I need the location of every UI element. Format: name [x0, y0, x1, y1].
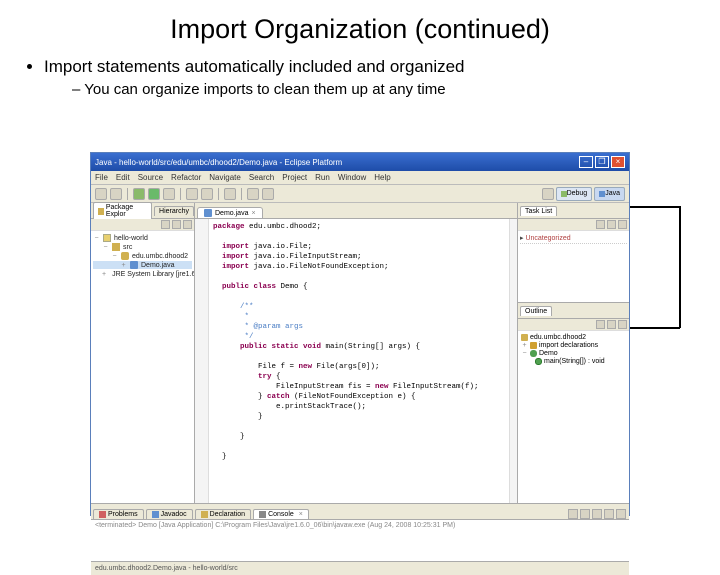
statusbar: edu.umbc.dhood2.Demo.java - hello-world/…: [91, 561, 629, 575]
link-editor-icon[interactable]: [172, 220, 181, 229]
close-tab-icon[interactable]: ×: [251, 210, 255, 217]
debug-icon[interactable]: [133, 188, 145, 200]
window-titlebar[interactable]: Java - hello-world/src/edu/umbc/dhood2/D…: [91, 153, 629, 171]
problems-icon: [99, 511, 106, 518]
tab-problems[interactable]: Problems: [93, 509, 144, 519]
run-icon[interactable]: [148, 188, 160, 200]
tasklist-view: Task List ▸ Uncategorized: [518, 203, 629, 303]
outline-class[interactable]: −Demo: [521, 350, 626, 357]
close-button[interactable]: ×: [611, 156, 625, 168]
close-tab-icon[interactable]: ×: [299, 511, 303, 518]
outline-filter-icon[interactable]: [607, 320, 616, 329]
class-icon: [530, 350, 537, 357]
console-pin-icon[interactable]: [592, 509, 602, 519]
menu-search[interactable]: Search: [249, 173, 274, 182]
tab-tasklist[interactable]: Task List: [520, 206, 557, 216]
outline-sort-icon[interactable]: [596, 320, 605, 329]
editor-area: Demo.java × package package edu.umbc.dho…: [195, 203, 517, 503]
menu-navigate[interactable]: Navigate: [209, 173, 241, 182]
package-icon: [521, 334, 528, 341]
outline-menu-icon[interactable]: [618, 320, 627, 329]
tab-console[interactable]: Console×: [253, 509, 309, 519]
method-icon: [535, 358, 542, 365]
console-clear-icon[interactable]: [568, 509, 578, 519]
new-package-icon[interactable]: [186, 188, 198, 200]
menu-edit[interactable]: Edit: [116, 173, 130, 182]
view-menu-icon[interactable]: [183, 220, 192, 229]
slide-title: Import Organization (continued): [0, 0, 720, 49]
ext-tools-icon[interactable]: [163, 188, 175, 200]
outline-package[interactable]: edu.umbc.dhood2: [521, 334, 626, 341]
outline-view: Outline edu.umbc.dhood2 +import declarat…: [518, 303, 629, 503]
tree-src[interactable]: −src: [93, 243, 192, 251]
declaration-icon: [201, 511, 208, 518]
menu-source[interactable]: Source: [138, 173, 163, 182]
task-menu-icon[interactable]: [607, 220, 616, 229]
console-output[interactable]: <terminated> Demo [Java Application] C:\…: [91, 520, 629, 561]
menu-run[interactable]: Run: [315, 173, 330, 182]
status-left: edu.umbc.dhood2.Demo.java - hello-world/…: [95, 565, 238, 572]
console-icon: [259, 511, 266, 518]
editor-tab-demo[interactable]: Demo.java ×: [197, 207, 263, 218]
perspective-java[interactable]: Java: [594, 187, 625, 201]
src-folder-icon: [112, 243, 120, 251]
task-new-icon[interactable]: [596, 220, 605, 229]
package-explorer-view: Package Explor Hierarchy −hello-world −s…: [91, 203, 195, 503]
imports-icon: [530, 342, 537, 349]
menu-refactor[interactable]: Refactor: [171, 173, 201, 182]
tab-hierarchy[interactable]: Hierarchy: [154, 206, 194, 216]
back-icon[interactable]: [247, 188, 259, 200]
editor-code[interactable]: package package edu.umbc.dhood2;edu.umbc…: [209, 219, 509, 503]
console-menu-icon[interactable]: [616, 509, 626, 519]
package-icon: [121, 252, 129, 260]
tree-jre[interactable]: +JRE System Library [jre1.6.0.0]: [93, 270, 192, 278]
window-title: Java - hello-world/src/edu/umbc/dhood2/D…: [95, 158, 579, 167]
java-file-icon: [204, 209, 212, 217]
minimize-button[interactable]: –: [579, 156, 593, 168]
javadoc-icon: [152, 511, 159, 518]
bullet-main: Import statements automatically included…: [44, 57, 692, 77]
package-icon: [98, 208, 104, 215]
eclipse-window: Java - hello-world/src/edu/umbc/dhood2/D…: [90, 152, 630, 516]
tree-project[interactable]: −hello-world: [93, 234, 192, 242]
project-icon: [103, 234, 111, 242]
tab-outline[interactable]: Outline: [520, 306, 552, 316]
editor-gutter[interactable]: [195, 219, 209, 503]
tab-package-explorer[interactable]: Package Explor: [93, 202, 152, 219]
pkg-explorer-toolbar: [91, 219, 194, 231]
tasklist-item[interactable]: ▸ Uncategorized: [520, 233, 627, 244]
tree-package[interactable]: −edu.umbc.dhood2: [93, 252, 192, 260]
perspective-debug[interactable]: Debug: [556, 187, 593, 201]
open-perspective-icon[interactable]: [542, 188, 554, 200]
bottom-panel: Problems Javadoc Declaration Console× <t…: [91, 503, 629, 561]
task-menu2-icon[interactable]: [618, 220, 627, 229]
search-icon[interactable]: [224, 188, 236, 200]
outline-method[interactable]: main(String[]) : void: [521, 358, 626, 365]
menubar: File Edit Source Refactor Navigate Searc…: [91, 171, 629, 185]
new-class-icon[interactable]: [201, 188, 213, 200]
console-lock-icon[interactable]: [580, 509, 590, 519]
console-header: <terminated> Demo [Java Application] C:\…: [95, 522, 625, 529]
save-icon[interactable]: [110, 188, 122, 200]
java-file-icon: [130, 261, 138, 269]
forward-icon[interactable]: [262, 188, 274, 200]
bullet-sub: – You can organize imports to clean them…: [72, 81, 692, 98]
menu-help[interactable]: Help: [374, 173, 390, 182]
overview-ruler[interactable]: [509, 219, 517, 503]
console-display-icon[interactable]: [604, 509, 614, 519]
tab-declaration[interactable]: Declaration: [195, 509, 251, 519]
tree-java-file[interactable]: +Demo.java: [93, 261, 192, 269]
outline-imports[interactable]: +import declarations: [521, 342, 626, 349]
new-icon[interactable]: [95, 188, 107, 200]
collapse-all-icon[interactable]: [161, 220, 170, 229]
main-toolbar: Debug Java: [91, 185, 629, 203]
menu-window[interactable]: Window: [338, 173, 366, 182]
maximize-button[interactable]: ❐: [595, 156, 609, 168]
menu-project[interactable]: Project: [282, 173, 307, 182]
menu-file[interactable]: File: [95, 173, 108, 182]
tab-javadoc[interactable]: Javadoc: [146, 509, 193, 519]
